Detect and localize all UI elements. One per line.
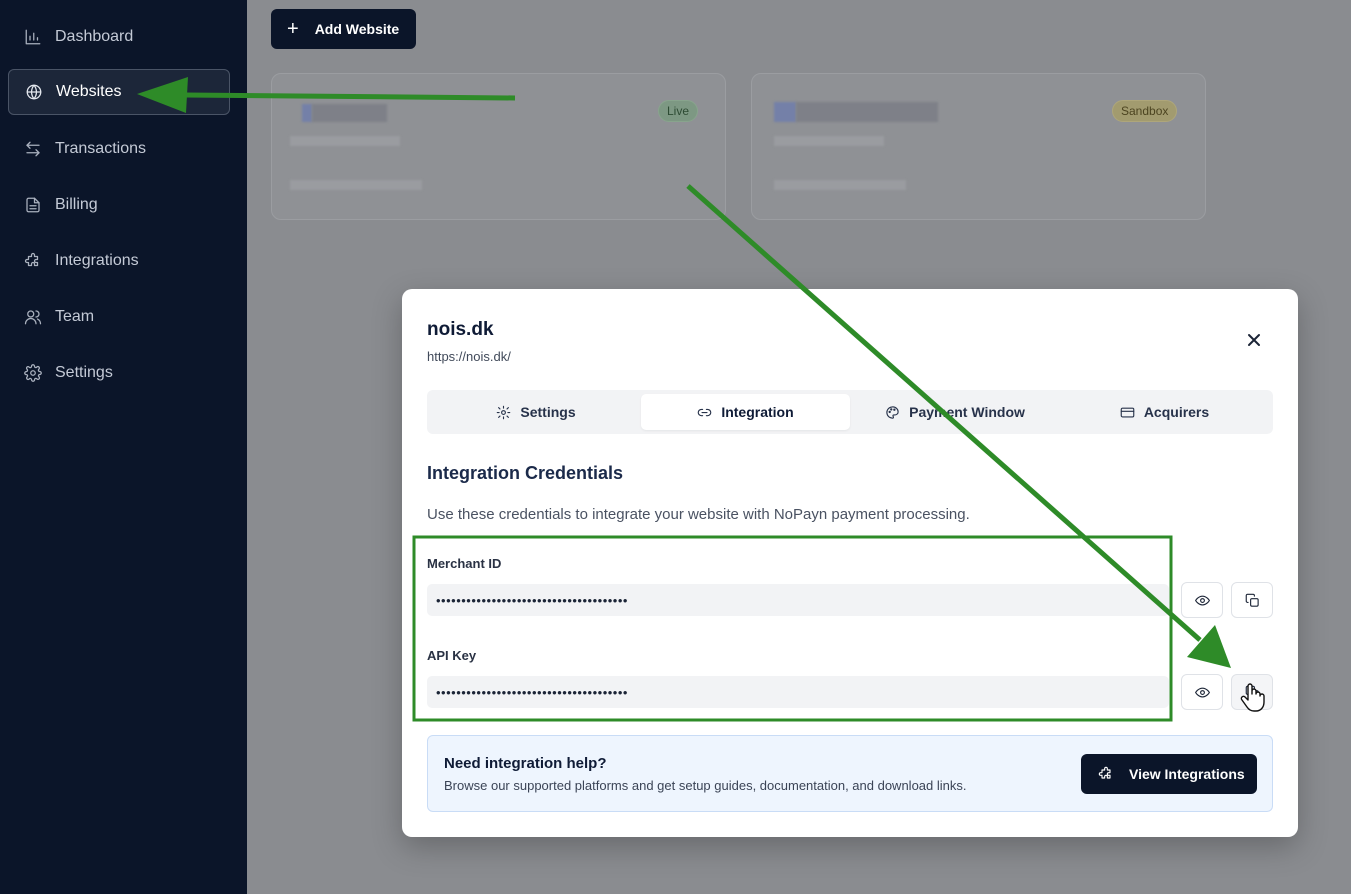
tab-bar: Settings Integration Payment Window Acqu…: [427, 390, 1273, 434]
sidebar-item-integrations[interactable]: Integrations: [8, 238, 230, 284]
credit-card-icon: [1120, 405, 1135, 420]
tab-label: Settings: [520, 404, 576, 420]
merchant-id-label: Merchant ID: [427, 556, 502, 571]
tab-label: Integration: [721, 404, 794, 420]
modal-url: https://nois.dk/: [427, 349, 511, 364]
globe-icon: [25, 83, 43, 101]
sidebar-item-label: Settings: [55, 364, 113, 381]
gear-icon: [24, 364, 42, 382]
sidebar: Dashboard Websites Transactions Billing …: [0, 0, 247, 894]
sidebar-item-label: Dashboard: [55, 28, 134, 45]
gear-icon: [496, 405, 511, 420]
plus-icon: +: [287, 18, 299, 40]
copy-merchant-id-button[interactable]: [1231, 582, 1273, 618]
status-badge: Sandbox: [1112, 100, 1178, 122]
website-card[interactable]: Live: [271, 73, 726, 220]
link-icon: [697, 405, 712, 420]
close-button[interactable]: [1245, 331, 1263, 349]
hand-cursor-icon: [1240, 683, 1265, 712]
section-title: Integration Credentials: [427, 463, 624, 483]
arrows-left-right-icon: [24, 140, 42, 158]
bar-chart-icon: [24, 28, 42, 46]
status-badge: Live: [658, 100, 699, 122]
tab-settings[interactable]: Settings: [431, 394, 641, 430]
sidebar-item-label: Integrations: [55, 252, 139, 269]
sidebar-item-team[interactable]: Team: [8, 294, 230, 340]
sidebar-item-label: Websites: [56, 83, 122, 100]
section-description: Use these credentials to integrate your …: [427, 506, 970, 523]
show-merchant-id-button[interactable]: [1181, 582, 1223, 618]
palette-icon: [885, 405, 900, 420]
api-key-label: API Key: [427, 648, 477, 663]
sidebar-item-label: Transactions: [55, 140, 146, 157]
sidebar-item-settings[interactable]: Settings: [8, 350, 230, 396]
copy-icon: [1245, 593, 1259, 607]
merchant-id-field[interactable]: ••••••••••••••••••••••••••••••••••••••: [427, 584, 1169, 616]
blurred-url: [290, 136, 400, 146]
view-integrations-label: View Integrations: [1129, 766, 1245, 782]
add-website-label: Add Website: [314, 21, 400, 37]
blurred-logo: [302, 104, 312, 122]
tab-integration[interactable]: Integration: [641, 394, 850, 430]
tab-label: Payment Window: [909, 404, 1025, 420]
blurred-url: [774, 136, 884, 146]
sidebar-item-label: Team: [55, 308, 95, 325]
users-icon: [24, 308, 42, 326]
blurred-meta: [290, 180, 422, 190]
blurred-meta: [774, 180, 906, 190]
add-website-button[interactable]: + Add Website: [271, 9, 416, 49]
help-description: Browse our supported platforms and get s…: [444, 778, 967, 793]
tab-label: Acquirers: [1143, 404, 1210, 420]
puzzle-icon: [24, 252, 42, 270]
sidebar-item-websites[interactable]: Websites: [8, 69, 230, 115]
close-icon: [1248, 334, 1260, 346]
tab-payment-window[interactable]: Payment Window: [850, 394, 1060, 430]
sidebar-item-label: Billing: [55, 196, 98, 213]
puzzle-icon: [1098, 766, 1114, 782]
website-modal: nois.dk https://nois.dk/ Settings Integr…: [402, 289, 1298, 837]
view-integrations-button[interactable]: View Integrations: [1081, 754, 1257, 794]
tab-acquirers[interactable]: Acquirers: [1060, 394, 1269, 430]
modal-title: nois.dk: [427, 319, 494, 340]
blurred-name: [796, 102, 938, 122]
sidebar-item-dashboard[interactable]: Dashboard: [8, 14, 230, 60]
sidebar-item-transactions[interactable]: Transactions: [8, 126, 230, 172]
document-icon: [24, 196, 42, 214]
website-card[interactable]: Sandbox: [751, 73, 1206, 220]
help-title: Need integration help?: [444, 755, 607, 772]
show-api-key-button[interactable]: [1181, 674, 1223, 710]
blurred-logo: [774, 102, 796, 122]
sidebar-item-billing[interactable]: Billing: [8, 182, 230, 228]
integration-help-box: Need integration help? Browse our suppor…: [427, 735, 1273, 812]
api-key-field[interactable]: ••••••••••••••••••••••••••••••••••••••: [427, 676, 1169, 708]
blurred-name: [312, 104, 387, 122]
eye-icon: [1194, 687, 1210, 697]
eye-icon: [1194, 595, 1210, 605]
